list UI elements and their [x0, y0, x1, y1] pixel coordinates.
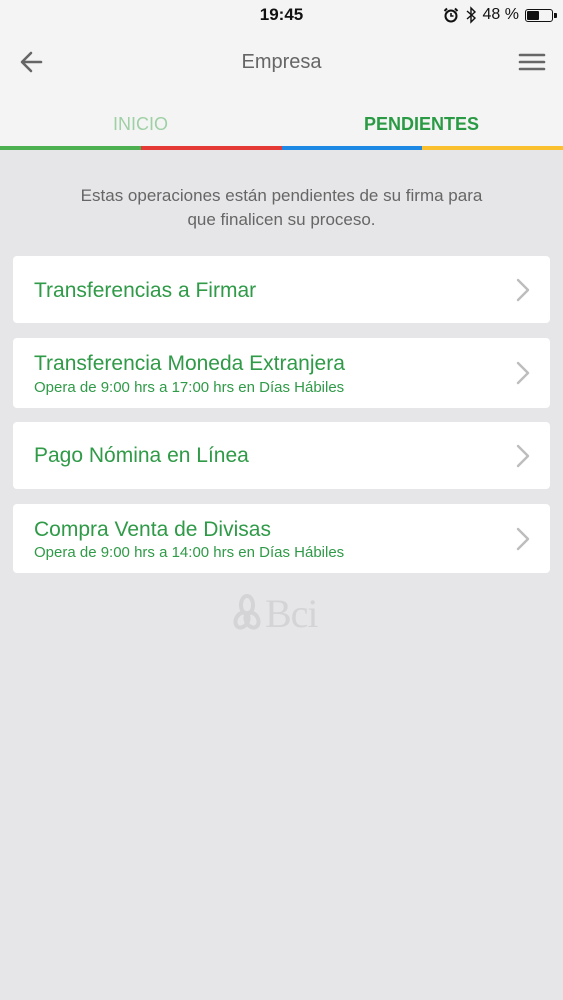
list-item-pago-nomina-en-linea[interactable]: Pago Nómina en Línea — [13, 422, 550, 489]
battery-level — [527, 10, 539, 20]
page-title: Empresa — [241, 51, 322, 73]
intro-line-1: Estas operaciones están pendientes de su… — [80, 186, 483, 205]
chevron-right-icon — [516, 278, 530, 302]
alarm-icon — [443, 7, 458, 23]
strip-segment-1 — [0, 146, 141, 150]
list-item-title: Pago Nómina en Línea — [34, 444, 249, 467]
intro-text: Estas operaciones están pendientes de su… — [40, 184, 523, 232]
list-item-subtitle: Opera de 9:00 hrs a 17:00 hrs en Días Há… — [34, 379, 345, 396]
list-item-transferencias-a-firmar[interactable]: Transferencias a Firmar — [13, 256, 550, 323]
chevron-right-icon — [516, 361, 530, 385]
list-item-transferencia-moneda-extranjera[interactable]: Transferencia Moneda Extranjera Opera de… — [13, 338, 550, 408]
battery-icon — [525, 8, 557, 22]
status-indicators: 48 % — [443, 5, 557, 25]
tab-color-strip — [0, 146, 563, 150]
intro-line-2: que finalicen su proceso. — [187, 210, 376, 229]
status-bar: 19:45 48 % — [0, 0, 563, 30]
chevron-right-icon — [516, 527, 530, 551]
list-item-title: Transferencia Moneda Extranjera — [34, 352, 345, 375]
app-header: Empresa — [0, 30, 563, 94]
chevron-right-icon — [516, 444, 530, 468]
list-item-subtitle: Opera de 9:00 hrs a 14:00 hrs en Días Há… — [34, 544, 345, 561]
list-item-compra-venta-de-divisas[interactable]: Compra Venta de Divisas Opera de 9:00 hr… — [13, 504, 550, 573]
list-item-title: Compra Venta de Divisas — [34, 518, 271, 541]
bci-logo: Bci — [233, 590, 333, 636]
battery-percent: 48 % — [482, 6, 519, 23]
hamburger-menu-icon — [518, 53, 546, 71]
strip-segment-2 — [140, 146, 282, 150]
strip-segment-3 — [281, 146, 423, 150]
tab-inicio[interactable]: INICIO — [0, 114, 281, 135]
menu-button[interactable] — [515, 46, 549, 78]
bluetooth-icon — [466, 6, 476, 24]
bci-logo-text: Bci — [265, 590, 319, 636]
strip-segment-4 — [422, 146, 563, 150]
bci-logo-icon — [233, 594, 261, 630]
battery-cap — [554, 12, 557, 18]
list-item-title: Transferencias a Firmar — [34, 279, 257, 302]
tab-pendientes[interactable]: PENDIENTES — [281, 114, 562, 135]
tab-bar: INICIO PENDIENTES — [0, 94, 563, 150]
